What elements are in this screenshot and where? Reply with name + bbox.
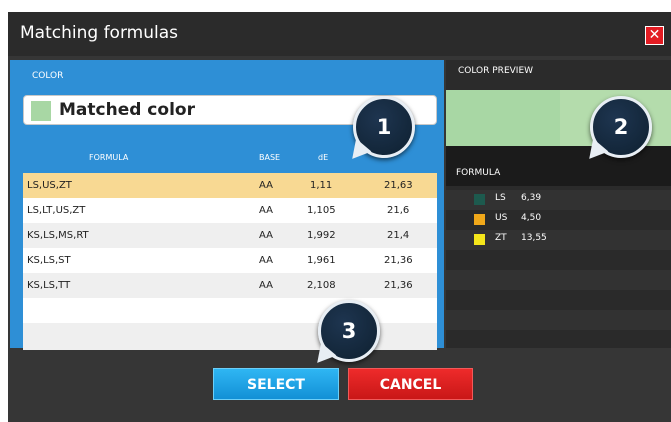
formula-empty-row	[446, 310, 671, 330]
formula-empty-row	[446, 250, 671, 270]
cell-base: AA	[259, 180, 273, 191]
cell-de: 1,961	[307, 255, 336, 266]
cell-value: 21,6	[387, 205, 410, 216]
cell-base: AA	[259, 205, 273, 216]
component-amount: 6,39	[521, 193, 542, 203]
cell-value: 21,36	[384, 255, 413, 266]
component-color-swatch	[474, 214, 485, 225]
component-code: ZT	[495, 233, 507, 243]
formula-empty-row	[446, 270, 671, 290]
color-label: COLOR	[32, 71, 64, 81]
table-row[interactable]: LS,LT,US,ZT AA 1,105 21,6	[23, 198, 437, 223]
component-amount: 13,55	[521, 233, 547, 243]
table-row[interactable]: KS,LS,ST AA 1,961 21,36	[23, 248, 437, 273]
cell-formula: KS,LS,MS,RT	[27, 230, 89, 241]
cell-de: 1,992	[307, 230, 336, 241]
cell-base: AA	[259, 230, 273, 241]
column-header-formula: FORMULA	[89, 153, 129, 162]
component-color-swatch	[474, 234, 485, 245]
callout-badge-3: 3	[318, 300, 380, 362]
dialog-title: Matching formulas	[20, 23, 178, 43]
callout-badge-1: 1	[353, 96, 415, 158]
formula-empty-row	[446, 330, 671, 348]
cell-de: 1,11	[310, 180, 333, 191]
component-code: US	[495, 213, 508, 223]
title-bar: Matching formulas ✕	[8, 12, 671, 56]
component-color-swatch	[474, 194, 485, 205]
component-amount: 4,50	[521, 213, 542, 223]
select-button[interactable]: SELECT	[213, 368, 339, 400]
cell-de: 1,105	[307, 205, 336, 216]
cell-formula: KS,LS,ST	[27, 255, 71, 266]
formula-empty-row	[446, 290, 671, 310]
matched-color-swatch	[31, 101, 51, 121]
cell-value: 21,36	[384, 280, 413, 291]
formula-label: FORMULA	[456, 168, 501, 178]
cell-value: 21,63	[384, 180, 413, 191]
cell-base: AA	[259, 255, 273, 266]
cancel-button[interactable]: CANCEL	[348, 368, 473, 400]
component-code: LS	[495, 193, 506, 203]
background-strip	[0, 0, 671, 12]
cell-formula: LS,US,ZT	[27, 180, 72, 191]
formula-component-row: US 4,50	[446, 210, 671, 230]
cell-base: AA	[259, 280, 273, 291]
cell-value: 21,4	[387, 230, 410, 241]
column-header-base: BASE	[259, 153, 281, 162]
cell-de: 2,108	[307, 280, 336, 291]
formula-component-row: ZT 13,55	[446, 230, 671, 250]
color-preview-label: COLOR PREVIEW	[458, 66, 534, 76]
cell-formula: LS,LT,US,ZT	[27, 205, 86, 216]
table-row[interactable]: KS,LS,MS,RT AA 1,992 21,4	[23, 223, 437, 248]
matched-color-name: Matched color	[59, 100, 195, 120]
table-row[interactable]: LS,US,ZT AA 1,11 21,63	[23, 173, 437, 198]
column-header-de: dE	[318, 153, 329, 162]
formula-component-row: LS 6,39	[446, 190, 671, 210]
close-icon[interactable]: ✕	[645, 26, 664, 45]
table-row[interactable]: KS,LS,TT AA 2,108 21,36	[23, 273, 437, 298]
callout-badge-2: 2	[590, 96, 652, 158]
cell-formula: KS,LS,TT	[27, 280, 71, 291]
